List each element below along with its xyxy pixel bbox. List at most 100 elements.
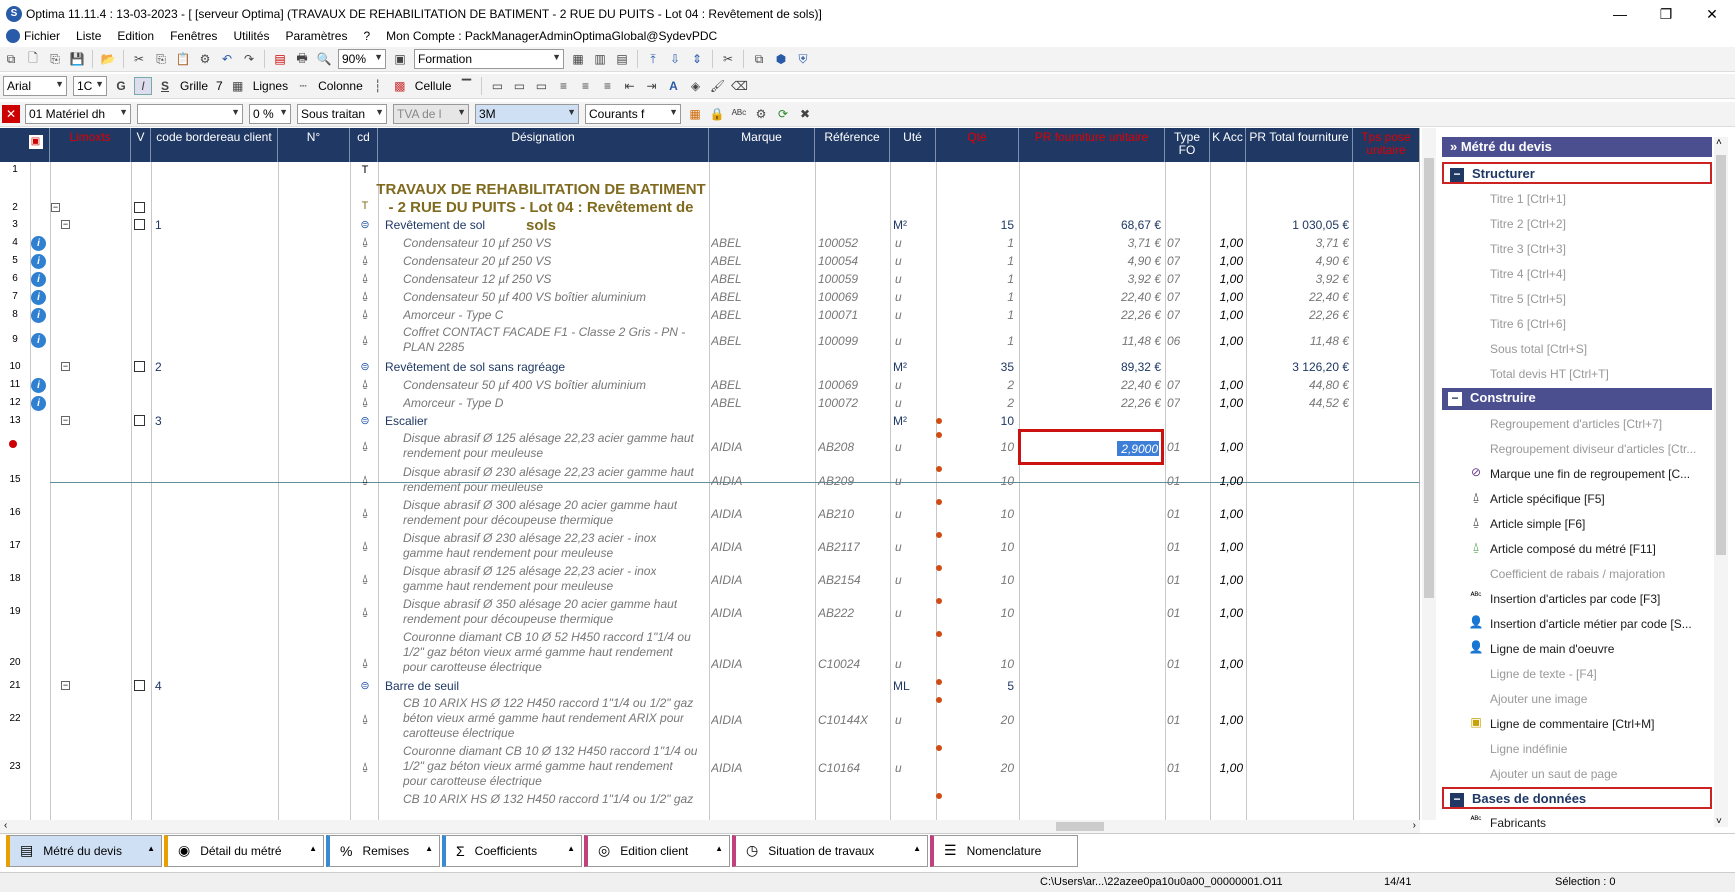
header-designation[interactable]: Désignation bbox=[378, 128, 709, 162]
header-qte[interactable]: Qté bbox=[936, 128, 1019, 162]
panel-item[interactable]: Titre 1 [Ctrl+1] bbox=[1490, 192, 1566, 206]
header-cd[interactable]: cd bbox=[350, 128, 378, 162]
menu-logo-icon[interactable] bbox=[6, 29, 20, 43]
cut-icon[interactable]: ✂ bbox=[130, 50, 148, 68]
collapse-icon[interactable]: − bbox=[1450, 793, 1464, 807]
tab-arrow-icon[interactable]: ▲ bbox=[567, 844, 575, 853]
minimize-icon[interactable]: — bbox=[1597, 6, 1643, 22]
table-row[interactable]: 20 ⍙ Couronne diamant CB 10 Ø 52 H450 ra… bbox=[0, 629, 1419, 677]
header-code[interactable]: code bordereau client bbox=[151, 128, 278, 162]
line-style-icon[interactable]: ┄ bbox=[294, 77, 312, 95]
save-as-icon[interactable]: ▣ bbox=[391, 50, 409, 68]
info-icon[interactable]: i bbox=[31, 333, 46, 348]
copy-doc-icon[interactable]: ⎘ bbox=[46, 50, 64, 68]
collapse-toggle[interactable]: − bbox=[61, 681, 70, 690]
table-row[interactable]: 22 ⍙ CB 10 ARIX HS Ø 122 H450 raccord 1"… bbox=[0, 695, 1419, 743]
header-limoxts[interactable]: Limoxts bbox=[50, 128, 131, 162]
header-k-acc[interactable]: K Acc bbox=[1210, 128, 1246, 162]
table-row-active[interactable]: ⍙ Disque abrasif Ø 125 alésage 22,23 aci… bbox=[0, 429, 1419, 465]
table-row[interactable]: 6 i ⍙ Condensateur 12 µf 250 VS ABEL 100… bbox=[0, 270, 1419, 288]
tab-arrow-icon[interactable]: ▲ bbox=[913, 844, 921, 853]
panel-item[interactable]: Article spécifique [F5] bbox=[1490, 492, 1605, 506]
panel-item[interactable]: Coefficient de rabais / majoration bbox=[1490, 567, 1665, 581]
pr-unit-input[interactable] bbox=[1117, 441, 1159, 456]
row-checkbox[interactable] bbox=[134, 680, 145, 691]
info-icon[interactable]: i bbox=[31, 272, 46, 287]
table-row[interactable]: 18 ⍙ Disque abrasif Ø 125 alésage 22,23 … bbox=[0, 563, 1419, 596]
window-split-icon[interactable]: ⧉ bbox=[750, 50, 768, 68]
windows-icon[interactable]: ⧉ bbox=[2, 50, 20, 68]
table-row[interactable]: 23 ⍙ Couronne diamant CB 10 Ø 132 H450 r… bbox=[0, 743, 1419, 791]
collapse-icon[interactable]: − bbox=[1450, 168, 1464, 182]
indent-increase-icon[interactable]: ⇥ bbox=[642, 77, 660, 95]
menu-fenetres[interactable]: Fenêtres bbox=[170, 29, 217, 43]
table-row[interactable]: 5 i ⍙ Condensateur 20 µf 250 VS ABEL 100… bbox=[0, 252, 1419, 270]
row-checkbox[interactable] bbox=[134, 415, 145, 426]
panel-item[interactable]: Sous total [Ctrl+S] bbox=[1490, 342, 1587, 356]
panel-item[interactable]: Ligne de texte - [F4] bbox=[1490, 667, 1597, 681]
collapse-toggle[interactable]: − bbox=[51, 203, 60, 212]
header-tps[interactable]: Tps pose unitaire bbox=[1353, 128, 1419, 162]
panel-item[interactable]: Regroupement diviseur d'articles [Ctr... bbox=[1490, 442, 1696, 456]
open-icon[interactable]: 📂 bbox=[99, 50, 117, 68]
tools-cross-icon[interactable]: ✖ bbox=[796, 105, 814, 123]
mode-select[interactable]: Formation ▼ bbox=[414, 49, 564, 69]
panel-item[interactable]: Marque une fin de regroupement [C... bbox=[1490, 467, 1690, 481]
tab-metre-devis[interactable]: ▤ Métré du devis ▲ bbox=[6, 834, 162, 867]
close-icon[interactable]: ✕ bbox=[1689, 6, 1735, 23]
brush-icon[interactable]: 🖌 bbox=[708, 77, 726, 95]
fill-color-icon[interactable]: ◈ bbox=[686, 77, 704, 95]
info-icon[interactable]: i bbox=[31, 396, 46, 411]
move-down-icon[interactable]: ⇩ bbox=[666, 50, 684, 68]
cube-icon[interactable]: ⬢ bbox=[772, 50, 790, 68]
pdf-icon[interactable]: ▤ bbox=[271, 50, 289, 68]
courants-select[interactable]: Courants f ▼ bbox=[585, 104, 681, 124]
undo-icon[interactable]: ↶ bbox=[218, 50, 236, 68]
panel-item[interactable]: Article simple [F6] bbox=[1490, 517, 1585, 531]
save-icon[interactable]: 💾 bbox=[68, 50, 86, 68]
table-row[interactable]: 11 i ⍙ Condensateur 50 µf 400 VS boîtier… bbox=[0, 376, 1419, 394]
restore-icon[interactable]: ❐ bbox=[1643, 6, 1689, 23]
italic-button[interactable]: I bbox=[134, 77, 152, 95]
header-v[interactable]: V bbox=[131, 128, 151, 162]
panel-item[interactable]: Titre 2 [Ctrl+2] bbox=[1490, 217, 1566, 231]
vertical-scrollbar[interactable] bbox=[1422, 128, 1436, 820]
table-row[interactable]: 17 ⍙ Disque abrasif Ø 230 alésage 22,23 … bbox=[0, 530, 1419, 563]
panel-item[interactable]: Article composé du métré [F11] bbox=[1490, 542, 1656, 556]
table-row[interactable]: 4 i ⍙ Condensateur 10 µf 250 VS ABEL 100… bbox=[0, 234, 1419, 252]
delete-icon[interactable]: ✕ bbox=[2, 105, 20, 123]
border-bottom-icon[interactable]: ▭ bbox=[532, 77, 550, 95]
info-icon[interactable]: i bbox=[31, 378, 46, 393]
column-style-icon[interactable]: ┆ bbox=[369, 77, 387, 95]
panel-item[interactable]: Ajouter une image bbox=[1490, 692, 1587, 706]
move-updown-icon[interactable]: ⇕ bbox=[688, 50, 706, 68]
table-row[interactable]: 8 i ⍙ Amorceur - Type C ABEL 100071 u 1 … bbox=[0, 306, 1419, 324]
material-select[interactable]: 01 Matériel dh ▼ bbox=[25, 104, 131, 124]
table-row[interactable]: 13 − 3 ⊜ Escalier M² 10 bbox=[0, 412, 1419, 430]
tab-detail-metre[interactable]: ◉ Détail du métré ▲ bbox=[164, 834, 324, 867]
section-construire[interactable]: − Construire bbox=[1442, 388, 1712, 410]
supplier-select[interactable]: 3M ▼ bbox=[475, 104, 579, 124]
menu-help[interactable]: ? bbox=[363, 29, 370, 43]
horizontal-scrollbar[interactable]: ‹ › bbox=[0, 820, 1420, 833]
section-structurer[interactable]: − Structurer bbox=[1442, 162, 1712, 184]
panel-scroll-down-icon[interactable]: ˅ bbox=[1716, 816, 1722, 827]
tab-situation-travaux[interactable]: ◷ Situation de travaux ▲ bbox=[732, 834, 928, 867]
table-row[interactable]: 16 ⍙ Disque abrasif Ø 300 alésage 20 aci… bbox=[0, 497, 1419, 530]
menu-parametres[interactable]: Paramètres bbox=[285, 29, 347, 43]
header-pin-icon[interactable]: ▣ bbox=[28, 135, 43, 149]
paste-special-icon[interactable]: ⚙ bbox=[196, 50, 214, 68]
table-row[interactable]: 7 i ⍙ Condensateur 50 µf 400 VS boîtier … bbox=[0, 288, 1419, 306]
header-pr-unit[interactable]: PR fourniture unitaire bbox=[1019, 128, 1165, 162]
section-bases[interactable]: − Bases de données bbox=[1442, 787, 1712, 809]
row-checkbox[interactable] bbox=[134, 361, 145, 372]
header-ute[interactable]: Uté bbox=[890, 128, 936, 162]
collapse-icon[interactable]: − bbox=[1448, 392, 1462, 406]
panel-item[interactable]: Regroupement d'articles [Ctrl+7] bbox=[1490, 417, 1662, 431]
print-icon[interactable]: 🖶 bbox=[293, 50, 311, 68]
tva-select[interactable]: TVA de l ▼ bbox=[393, 104, 469, 124]
table-row[interactable]: 12 i ⍙ Amorceur - Type D ABEL 100072 u 2… bbox=[0, 394, 1419, 412]
view3-icon[interactable]: ▤ bbox=[613, 50, 631, 68]
font-select[interactable]: Arial ▼ bbox=[3, 76, 67, 96]
color-grid-icon[interactable]: ▩ bbox=[391, 77, 409, 95]
